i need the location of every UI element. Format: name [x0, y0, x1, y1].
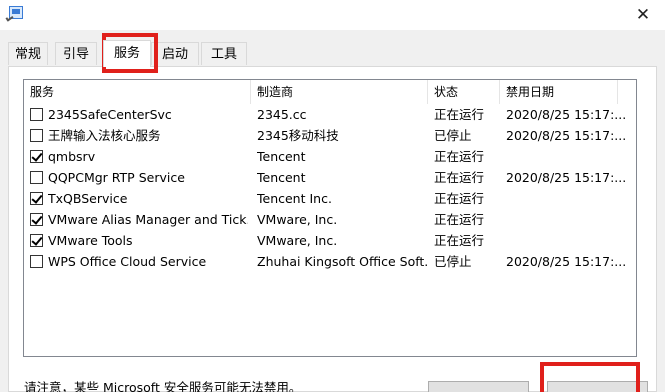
- table-row[interactable]: TxQBService Tencent Inc. 正在运行: [24, 188, 636, 209]
- column-header-disabled-date[interactable]: 禁用日期: [500, 80, 618, 104]
- tab-tools[interactable]: 工具: [201, 42, 247, 65]
- disabled-date-cell: 2020/8/25 15:17:...: [506, 170, 627, 185]
- close-button[interactable]: ✕: [629, 2, 657, 28]
- service-name-cell: QQPCMgr RTP Service: [48, 170, 185, 185]
- tab-strip: 常规 引导 服务 启动 工具: [8, 40, 658, 67]
- service-checkbox[interactable]: [30, 129, 43, 142]
- table-row[interactable]: 王牌输入法核心服务 2345移动科技 已停止 2020/8/25 15:17:...: [24, 125, 636, 146]
- tab-boot[interactable]: 引导: [55, 42, 97, 65]
- status-cell: 正在运行: [434, 191, 485, 206]
- column-header-row: 服务 制造商 状态 禁用日期: [24, 80, 636, 104]
- manufacturer-cell: Zhuhai Kingsoft Office Soft...: [257, 254, 427, 269]
- disable-all-button[interactable]: [547, 381, 648, 392]
- status-cell: 正在运行: [434, 212, 485, 227]
- column-header-status[interactable]: 状态: [428, 80, 500, 104]
- manufacturer-cell: VMware, Inc.: [257, 212, 338, 227]
- service-name-cell: VMware Alias Manager and Tick...: [48, 212, 248, 227]
- manufacturer-cell: Tencent Inc.: [257, 191, 332, 206]
- title-bar: ✕: [0, 0, 665, 30]
- service-checkbox[interactable]: [30, 255, 43, 268]
- service-checkbox[interactable]: [30, 108, 43, 121]
- table-row[interactable]: 2345SafeCenterSvc 2345.cc 正在运行 2020/8/25 15…: [24, 104, 636, 125]
- table-row[interactable]: QQPCMgr RTP Service Tencent 正在运行 2020/8/25 …: [24, 167, 636, 188]
- table-row[interactable]: WPS Office Cloud Service Zhuhai Kingsoft …: [24, 251, 636, 272]
- status-cell: 已停止: [434, 254, 472, 269]
- table-row[interactable]: VMware Alias Manager and Tick... VMware, …: [24, 209, 636, 230]
- security-services-notice: 请注意，某些 Microsoft 安全服务可能无法禁用。: [24, 380, 302, 392]
- service-checkbox[interactable]: [30, 213, 43, 226]
- manufacturer-cell: 2345.cc: [257, 107, 307, 122]
- manufacturer-cell: 2345移动科技: [257, 128, 339, 143]
- status-cell: 已停止: [434, 128, 472, 143]
- service-name-cell: 2345SafeCenterSvc: [48, 107, 172, 122]
- service-checkbox[interactable]: [30, 150, 43, 163]
- column-header-manufacturer[interactable]: 制造商: [251, 80, 428, 104]
- status-cell: 正在运行: [434, 149, 485, 164]
- services-list[interactable]: 服务 制造商 状态 禁用日期 2345SafeCenterSvc 2345.cc 正…: [23, 79, 637, 357]
- service-checkbox[interactable]: [30, 234, 43, 247]
- disabled-date-cell: 2020/8/25 15:17:...: [506, 254, 627, 269]
- disabled-date-cell: 2020/8/25 15:17:...: [506, 107, 627, 122]
- disabled-date-cell: [506, 188, 634, 209]
- service-name-cell: 王牌输入法核心服务: [48, 128, 161, 143]
- service-name-cell: VMware Tools: [48, 233, 133, 248]
- table-row[interactable]: VMware Tools VMware, Inc. 正在运行: [24, 230, 636, 251]
- disabled-date-cell: [506, 209, 634, 230]
- msconfig-app-icon: [9, 6, 23, 19]
- disabled-date-cell: 2020/8/25 15:17:...: [506, 128, 627, 143]
- status-cell: 正在运行: [434, 233, 485, 248]
- manufacturer-cell: Tencent: [257, 149, 306, 164]
- disabled-date-cell: [506, 146, 634, 167]
- service-name-cell: WPS Office Cloud Service: [48, 254, 207, 269]
- tab-general[interactable]: 常规: [8, 42, 48, 65]
- status-cell: 正在运行: [434, 170, 485, 185]
- system-configuration-window: ✕ 常规 引导 服务 启动 工具 服务 制造商 状态 禁用日期 2345Safe…: [0, 0, 665, 392]
- tab-startup[interactable]: 启动: [151, 42, 199, 65]
- service-name-cell: TxQBService: [48, 191, 128, 206]
- services-panel: 服务 制造商 状态 禁用日期 2345SafeCenterSvc 2345.cc 正…: [8, 66, 657, 392]
- service-checkbox[interactable]: [30, 171, 43, 184]
- disabled-date-cell: [506, 230, 634, 251]
- table-row[interactable]: qmbsrv Tencent 正在运行: [24, 146, 636, 167]
- tab-services[interactable]: 服务: [103, 40, 151, 67]
- manufacturer-cell: Tencent: [257, 170, 306, 185]
- service-checkbox[interactable]: [30, 192, 43, 205]
- column-header-service[interactable]: 服务: [24, 80, 251, 104]
- enable-all-button[interactable]: [428, 381, 529, 392]
- service-name-cell: qmbsrv: [48, 149, 96, 164]
- status-cell: 正在运行: [434, 107, 485, 122]
- manufacturer-cell: VMware, Inc.: [257, 233, 338, 248]
